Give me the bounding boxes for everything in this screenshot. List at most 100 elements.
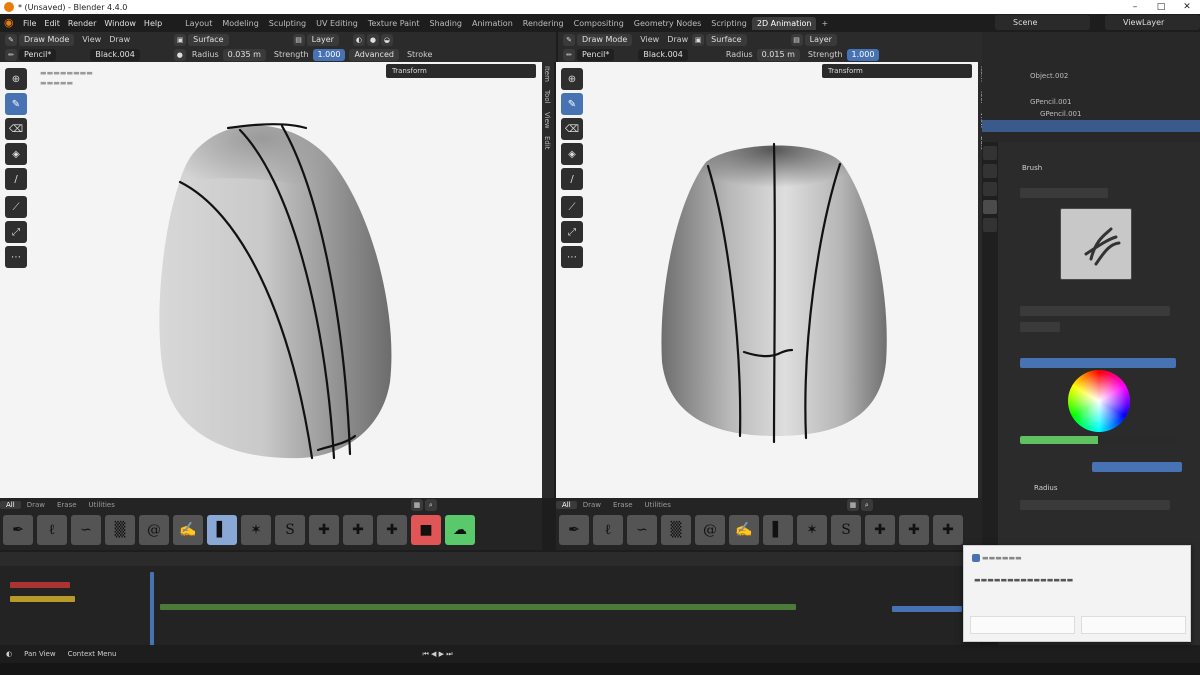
brush-asset-thumbnail[interactable]: ℓ — [593, 515, 623, 545]
scene-properties-tab[interactable] — [983, 218, 997, 232]
left-3d-viewport[interactable]: ⊕ ✎ ⌫ ◈ / ⟋ ⤢ ⋯ ▬▬▬▬▬▬▬▬ ▬▬▬▬▬ Transform — [0, 62, 542, 498]
shading-solid-icon[interactable]: ● — [366, 33, 379, 46]
material-selector[interactable]: Black.004 — [638, 48, 688, 61]
color-value-slider[interactable] — [1020, 436, 1176, 444]
overlay-icon[interactable]: ◐ — [352, 33, 365, 46]
placement-dropdown[interactable]: Surface — [188, 33, 229, 46]
shelf-search-icon[interactable]: ⌕ — [860, 499, 873, 511]
brush-asset-thumbnail[interactable]: ✚ — [865, 515, 895, 545]
shelf-tab-draw[interactable]: Draw — [21, 501, 51, 509]
shelf-tab-erase[interactable]: Erase — [51, 501, 83, 509]
strength-field[interactable]: 1.000 — [312, 48, 346, 61]
brush-asset-thumbnail[interactable]: ✍ — [173, 515, 203, 545]
color-picker-wheel[interactable] — [1068, 370, 1130, 432]
brush-asset-thumbnail[interactable]: ✚ — [899, 515, 929, 545]
view-menu[interactable]: View — [640, 35, 659, 44]
brush-asset-thumbnail[interactable]: ■ — [411, 515, 441, 545]
brush-asset-thumbnail[interactable]: ✍ — [729, 515, 759, 545]
shelf-tab-all[interactable]: All — [0, 501, 21, 509]
radius-field[interactable]: 0.015 m — [756, 48, 800, 61]
sidetab-view[interactable]: View — [542, 108, 552, 133]
sidetab-tool[interactable]: Tool — [542, 86, 552, 108]
brush-asset-thumbnail[interactable]: ✚ — [309, 515, 339, 545]
brush-icon[interactable]: ✏ — [563, 48, 575, 61]
outliner-row[interactable]: GPencil.001 — [982, 96, 1200, 108]
right-3d-viewport[interactable]: ⊕ ✎ ⌫ ◈ / ⟋ ⤢ ⋯ Transform — [556, 62, 978, 498]
draw-menu[interactable]: Draw — [109, 35, 130, 44]
tab-geometry-nodes[interactable]: Geometry Nodes — [629, 17, 706, 30]
view-layer-selector[interactable]: ViewLayer — [1105, 15, 1200, 30]
brush-asset-thumbnail[interactable]: ✚ — [343, 515, 373, 545]
menu-file[interactable]: File — [19, 19, 40, 28]
editor-type-icon[interactable]: ✎ — [5, 33, 17, 46]
shelf-tab-utilities[interactable]: Utilities — [83, 501, 121, 509]
menu-help[interactable]: Help — [140, 19, 166, 28]
material-selector[interactable]: Black.004 — [90, 48, 140, 61]
brush-asset-thumbnail[interactable]: ∽ — [627, 515, 657, 545]
layer-track[interactable] — [10, 596, 75, 602]
brush-asset-thumbnail-selected[interactable]: ▌ — [207, 515, 237, 545]
brush-asset-thumbnail[interactable]: S — [831, 515, 861, 545]
keyframe-strip[interactable] — [160, 604, 796, 610]
shelf-grid-icon[interactable]: ▦ — [846, 499, 859, 511]
layer-dropdown[interactable]: Layer — [306, 33, 339, 46]
strength-field[interactable]: 1.000 — [846, 48, 880, 61]
brush-asset-thumbnail[interactable]: ✒ — [3, 515, 33, 545]
frame-range-field[interactable] — [892, 606, 962, 612]
shelf-search-icon[interactable]: ⌕ — [424, 499, 437, 511]
maximize-button[interactable]: □ — [1148, 0, 1174, 14]
brush-asset-thumbnail[interactable]: ∽ — [71, 515, 101, 545]
placement-dropdown[interactable]: Surface — [706, 33, 747, 46]
radius-property-field[interactable] — [1092, 462, 1182, 472]
playhead[interactable] — [150, 572, 154, 652]
brush-asset-thumbnail[interactable]: ✚ — [933, 515, 963, 545]
brush-asset-thumbnail[interactable]: ℓ — [37, 515, 67, 545]
notification-secondary-button[interactable] — [1081, 616, 1186, 634]
color-settings-field[interactable] — [1020, 322, 1060, 332]
mode-dropdown[interactable]: Draw Mode — [577, 33, 633, 46]
brush-asset-thumbnail[interactable]: @ — [695, 515, 725, 545]
brush-asset-thumbnail[interactable]: ▒ — [105, 515, 135, 545]
placement-icon[interactable]: ▣ — [692, 33, 705, 46]
tab-animation[interactable]: Animation — [467, 17, 518, 30]
menu-edit[interactable]: Edit — [40, 19, 64, 28]
tab-2d-animation[interactable]: 2D Animation — [751, 16, 817, 30]
render-properties-tab[interactable] — [983, 164, 997, 178]
close-button[interactable]: ✕ — [1174, 0, 1200, 14]
layer-dropdown[interactable]: Layer — [804, 33, 837, 46]
sidetab-edit[interactable]: Edit — [542, 132, 552, 154]
layer-icon[interactable]: ▤ — [790, 33, 803, 46]
brush-asset-thumbnail[interactable]: @ — [139, 515, 169, 545]
stroke-settings-field[interactable] — [1020, 306, 1170, 316]
brush-selector[interactable]: Pencil* — [19, 48, 57, 61]
brush-icon[interactable]: ✏ — [5, 48, 17, 61]
shelf-grid-icon[interactable]: ▦ — [410, 499, 423, 511]
notification-primary-button[interactable] — [970, 616, 1075, 634]
layer-track[interactable] — [10, 582, 70, 588]
brush-asset-thumbnail[interactable]: ☁ — [445, 515, 475, 545]
radius-slider[interactable] — [1020, 500, 1170, 510]
outliner-panel[interactable]: Object.002 GPencil.001 GPencil.001 — [982, 32, 1200, 142]
shading-material-icon[interactable]: ◒ — [380, 33, 393, 46]
brush-selector[interactable]: Pencil* — [577, 48, 615, 61]
view-menu[interactable]: View — [82, 35, 101, 44]
outliner-row[interactable]: GPencil.001 — [982, 108, 1200, 120]
minimize-button[interactable]: – — [1122, 0, 1148, 14]
brush-asset-thumbnail[interactable]: ▌ — [763, 515, 793, 545]
output-properties-tab[interactable] — [983, 182, 997, 196]
tab-modeling[interactable]: Modeling — [217, 17, 263, 30]
brush-asset-thumbnail[interactable]: S — [275, 515, 305, 545]
tab-scripting[interactable]: Scripting — [706, 17, 752, 30]
tab-rendering[interactable]: Rendering — [518, 17, 569, 30]
brush-asset-thumbnail[interactable]: ✶ — [797, 515, 827, 545]
brush-properties-tab[interactable] — [983, 200, 997, 214]
tab-layout[interactable]: Layout — [180, 17, 217, 30]
tab-texture-paint[interactable]: Texture Paint — [363, 17, 425, 30]
playback-controls[interactable]: ⏮ ◀ ▶ ⏭ — [422, 650, 452, 659]
brush-asset-thumbnail[interactable]: ▒ — [661, 515, 691, 545]
timeline-ruler[interactable] — [0, 552, 980, 566]
tool-properties-tab[interactable] — [983, 146, 997, 160]
color-swatch-icon[interactable]: ● — [173, 48, 186, 61]
color-mode-toggle[interactable] — [1020, 358, 1176, 368]
brush-asset-field[interactable] — [1020, 188, 1108, 198]
